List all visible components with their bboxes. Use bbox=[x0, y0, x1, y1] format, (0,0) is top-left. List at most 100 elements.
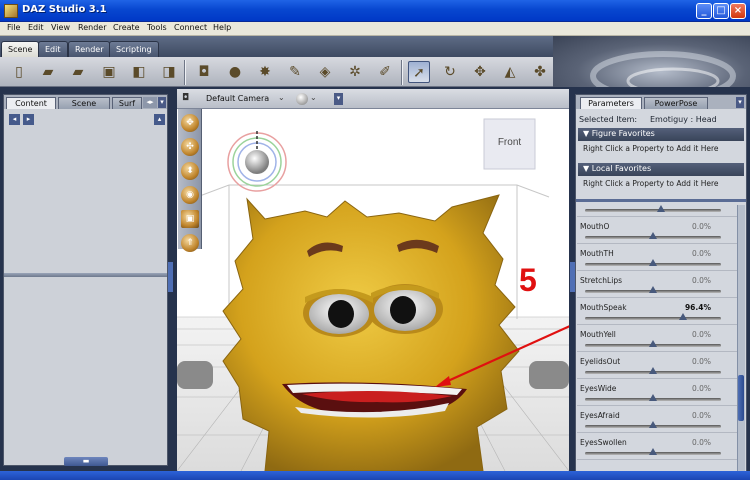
left-dock-handle[interactable] bbox=[168, 262, 173, 292]
slider-track[interactable] bbox=[585, 259, 721, 266]
slider-track[interactable] bbox=[585, 232, 721, 239]
zoom-icon[interactable]: ◉ bbox=[181, 186, 199, 204]
local-favorites-section[interactable]: ▼ Local Favorites Right Click a Property… bbox=[578, 163, 744, 192]
menu-view[interactable]: View bbox=[51, 23, 70, 32]
universal-icon[interactable]: ✤ bbox=[529, 61, 551, 83]
parameter-slider[interactable]: MouthYell 0.0% bbox=[577, 325, 737, 352]
parameter-slider[interactable]: MouthSpeak 96.4% bbox=[577, 298, 737, 325]
tab-edit[interactable]: Edit bbox=[38, 41, 68, 57]
forward-arrow-icon[interactable]: ▸ bbox=[23, 114, 34, 125]
parameter-value[interactable]: 0.0% bbox=[692, 249, 711, 258]
merge-icon[interactable]: ▰ bbox=[67, 61, 89, 83]
rotate-icon[interactable]: ↻ bbox=[439, 61, 461, 83]
aim-icon[interactable]: ⇑ bbox=[181, 234, 199, 252]
parameter-value[interactable]: 0.0% bbox=[692, 357, 711, 366]
parameter-slider[interactable]: EyesWide 0.0% bbox=[577, 379, 737, 406]
panel-menu-icon[interactable]: ▾ bbox=[736, 97, 744, 108]
parameter-slider[interactable]: EyelidsOut 0.0% bbox=[577, 352, 737, 379]
pointer-icon[interactable]: ✐ bbox=[374, 61, 396, 83]
viewport-camera-icon[interactable]: ◘ bbox=[182, 93, 194, 105]
tab-powerpose[interactable]: PowerPose bbox=[644, 97, 708, 109]
parameter-slider[interactable]: EyesAfraid 0.0% bbox=[577, 406, 737, 433]
menu-render[interactable]: Render bbox=[78, 23, 106, 32]
parameter-value[interactable]: 0.0% bbox=[692, 438, 711, 447]
draw-style-icon[interactable] bbox=[296, 93, 308, 105]
slider-track[interactable] bbox=[585, 313, 721, 320]
camera-icon[interactable]: ◘ bbox=[193, 61, 215, 83]
open-icon[interactable]: ▰ bbox=[37, 61, 59, 83]
translate-icon[interactable]: ✥ bbox=[469, 61, 491, 83]
tab-surfaces[interactable]: Surf bbox=[112, 97, 142, 109]
tab-scroll-arrows-icon[interactable]: ◂▸ bbox=[143, 97, 157, 108]
parameter-slider[interactable]: EyesSwollen 0.0% bbox=[577, 433, 737, 460]
title-bar[interactable]: DAZ Studio 3.1 _ □ × bbox=[0, 0, 750, 22]
slider-thumb[interactable] bbox=[649, 421, 657, 428]
light-icon[interactable]: ● bbox=[224, 61, 246, 83]
import-icon[interactable]: ◧ bbox=[128, 61, 150, 83]
viewport-menu-icon[interactable]: ▾ bbox=[334, 93, 343, 105]
menu-file[interactable]: File bbox=[7, 23, 20, 32]
slider-track[interactable] bbox=[585, 421, 721, 428]
slider-track[interactable] bbox=[585, 367, 721, 374]
slider-track[interactable] bbox=[585, 340, 721, 347]
menu-edit[interactable]: Edit bbox=[28, 23, 44, 32]
parameter-value[interactable]: 0.0% bbox=[692, 384, 711, 393]
parameter-slider[interactable] bbox=[577, 203, 737, 217]
orbit-icon[interactable]: ✥ bbox=[181, 114, 199, 132]
slider-thumb[interactable] bbox=[649, 448, 657, 455]
tab-render[interactable]: Render bbox=[68, 41, 111, 57]
camera-dropdown-icon[interactable]: ⌄ bbox=[278, 93, 285, 102]
menu-connect[interactable]: Connect bbox=[174, 23, 207, 32]
pin-icon[interactable]: ✎ bbox=[284, 61, 306, 83]
pan-icon[interactable]: ✣ bbox=[181, 138, 199, 156]
figure-favorites-section[interactable]: ▼ Figure Favorites Right Click a Propert… bbox=[578, 128, 744, 157]
back-arrow-icon[interactable]: ◂ bbox=[9, 114, 20, 125]
3d-viewport[interactable]: Front ◘ Default Camera ⌄ ⌄ ▾ ✥ ✣ ⬍ ◉ ▣ ⇑ bbox=[177, 89, 569, 471]
parameter-slider[interactable]: StretchLips 0.0% bbox=[577, 271, 737, 298]
panel-splitter[interactable] bbox=[4, 273, 167, 277]
export-icon[interactable]: ◨ bbox=[158, 61, 180, 83]
scrollbar-thumb[interactable] bbox=[738, 375, 744, 421]
slider-thumb[interactable] bbox=[679, 313, 688, 320]
parameter-slider[interactable]: MouthTH 0.0% bbox=[577, 244, 737, 271]
minimize-button[interactable]: _ bbox=[696, 3, 712, 19]
collapse-panel-button[interactable]: ▬ bbox=[64, 457, 108, 466]
tab-content[interactable]: Content bbox=[6, 97, 56, 109]
slider-thumb[interactable] bbox=[649, 286, 657, 293]
parameters-scrollbar[interactable] bbox=[737, 205, 745, 472]
parameter-value[interactable]: 96.4% bbox=[685, 303, 711, 312]
tab-scene-panel[interactable]: Scene bbox=[58, 97, 110, 109]
slider-track[interactable] bbox=[585, 205, 721, 212]
view-cube-label[interactable]: Front bbox=[484, 137, 535, 148]
save-icon[interactable]: ▣ bbox=[98, 61, 120, 83]
parameter-value[interactable]: 0.0% bbox=[692, 411, 711, 420]
scale-icon[interactable]: ◭ bbox=[499, 61, 521, 83]
spotlight-icon[interactable]: ✸ bbox=[254, 61, 276, 83]
cube-icon[interactable]: ◈ bbox=[314, 61, 336, 83]
joint-icon[interactable]: ✲ bbox=[344, 61, 366, 83]
menu-help[interactable]: Help bbox=[213, 23, 231, 32]
parameter-value[interactable]: 0.0% bbox=[692, 330, 711, 339]
frame-icon[interactable]: ▣ bbox=[181, 210, 199, 228]
slider-thumb[interactable] bbox=[649, 394, 657, 401]
panel-menu-icon[interactable]: ▾ bbox=[158, 97, 166, 108]
draw-style-dropdown-icon[interactable]: ⌄ bbox=[310, 93, 317, 102]
new-scene-icon[interactable]: ▯ bbox=[8, 61, 30, 83]
slider-thumb[interactable] bbox=[649, 367, 657, 374]
tab-scripting[interactable]: Scripting bbox=[109, 41, 159, 57]
parameter-value[interactable]: 0.0% bbox=[692, 222, 711, 231]
tab-scene[interactable]: Scene bbox=[1, 41, 40, 57]
parameter-value[interactable]: 0.0% bbox=[692, 276, 711, 285]
up-folder-icon[interactable]: ▴ bbox=[154, 114, 165, 125]
slider-track[interactable] bbox=[585, 448, 721, 455]
slider-thumb[interactable] bbox=[649, 340, 657, 347]
dolly-icon[interactable]: ⬍ bbox=[181, 162, 199, 180]
parameter-slider[interactable]: MouthO 0.0% bbox=[577, 217, 737, 244]
slider-track[interactable] bbox=[585, 286, 721, 293]
close-button[interactable]: × bbox=[730, 3, 746, 19]
maximize-button[interactable]: □ bbox=[713, 3, 729, 19]
slider-thumb[interactable] bbox=[657, 205, 665, 212]
camera-select-label[interactable]: Default Camera bbox=[206, 94, 269, 103]
slider-track[interactable] bbox=[585, 394, 721, 401]
select-arrow-icon[interactable]: ➚ bbox=[408, 61, 430, 83]
